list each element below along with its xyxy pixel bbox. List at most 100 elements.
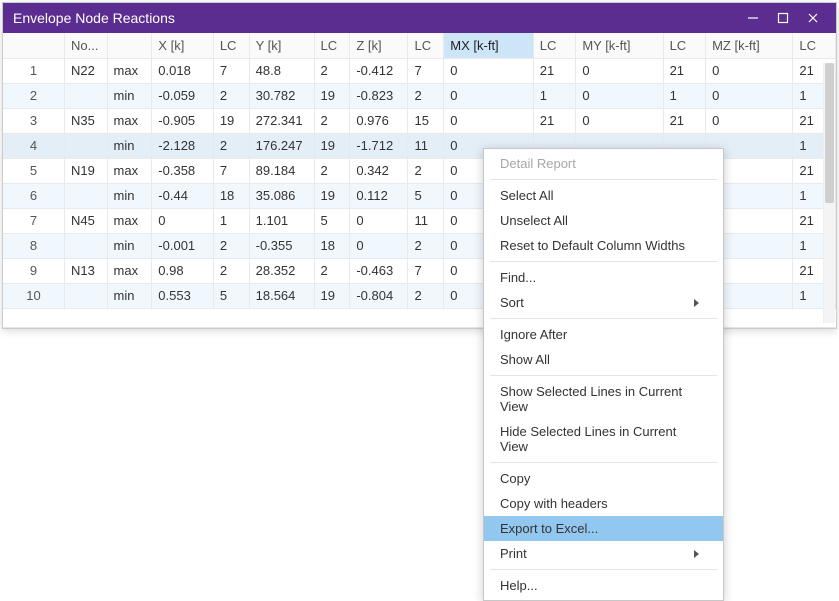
table-cell[interactable]: 21 bbox=[663, 108, 706, 133]
table-cell[interactable]: max bbox=[107, 208, 152, 233]
table-cell[interactable]: 0 bbox=[576, 108, 663, 133]
table-cell[interactable]: 0 bbox=[576, 83, 663, 108]
col-node[interactable]: No... bbox=[65, 33, 108, 58]
table-cell[interactable]: 1 bbox=[663, 83, 706, 108]
col-y[interactable]: Y [k] bbox=[249, 33, 314, 58]
table-cell[interactable]: 5 bbox=[213, 283, 249, 308]
table-cell[interactable]: max bbox=[107, 258, 152, 283]
table-cell[interactable]: 7 bbox=[408, 258, 444, 283]
table-cell[interactable]: 1 bbox=[213, 208, 249, 233]
col-mz[interactable]: MZ [k-ft] bbox=[706, 33, 793, 58]
table-cell[interactable]: 272.341 bbox=[249, 108, 314, 133]
table-cell[interactable]: min bbox=[107, 233, 152, 258]
menu-copy-headers[interactable]: Copy with headers bbox=[484, 491, 723, 516]
table-cell[interactable]: 1 bbox=[533, 83, 576, 108]
col-lc-y[interactable]: LC bbox=[314, 33, 350, 58]
table-cell[interactable]: 2 bbox=[408, 83, 444, 108]
table-cell[interactable]: 4 bbox=[3, 133, 65, 158]
table-cell[interactable]: 21 bbox=[533, 108, 576, 133]
minimize-button[interactable] bbox=[738, 3, 768, 33]
table-cell[interactable]: 2 bbox=[213, 83, 249, 108]
table-cell[interactable]: 19 bbox=[314, 183, 350, 208]
table-cell[interactable]: 2 bbox=[314, 108, 350, 133]
table-cell[interactable]: 0 bbox=[444, 83, 534, 108]
table-cell[interactable] bbox=[65, 233, 108, 258]
menu-select-all[interactable]: Select All bbox=[484, 183, 723, 208]
col-lc-x[interactable]: LC bbox=[213, 33, 249, 58]
table-cell[interactable]: 7 bbox=[408, 58, 444, 83]
col-my[interactable]: MY [k-ft] bbox=[576, 33, 663, 58]
table-cell[interactable]: min bbox=[107, 183, 152, 208]
table-cell[interactable]: 7 bbox=[213, 58, 249, 83]
col-z[interactable]: Z [k] bbox=[350, 33, 408, 58]
table-cell[interactable]: 5 bbox=[314, 208, 350, 233]
table-cell[interactable]: 0 bbox=[576, 58, 663, 83]
table-cell[interactable]: 0 bbox=[706, 58, 793, 83]
table-cell[interactable]: 11 bbox=[408, 133, 444, 158]
table-cell[interactable]: 2 bbox=[213, 133, 249, 158]
menu-copy[interactable]: Copy bbox=[484, 466, 723, 491]
table-cell[interactable]: N35 bbox=[65, 108, 108, 133]
table-cell[interactable]: 1 bbox=[3, 58, 65, 83]
table-cell[interactable]: 18 bbox=[314, 233, 350, 258]
table-cell[interactable]: -0.059 bbox=[152, 83, 214, 108]
menu-hide-selected[interactable]: Hide Selected Lines in Current View bbox=[484, 419, 723, 459]
table-cell[interactable]: N19 bbox=[65, 158, 108, 183]
table-cell[interactable] bbox=[65, 133, 108, 158]
table-cell[interactable]: 176.247 bbox=[249, 133, 314, 158]
table-cell[interactable]: 2 bbox=[314, 158, 350, 183]
table-cell[interactable]: -2.128 bbox=[152, 133, 214, 158]
table-cell[interactable]: N45 bbox=[65, 208, 108, 233]
table-cell[interactable]: 0 bbox=[350, 208, 408, 233]
table-cell[interactable] bbox=[65, 283, 108, 308]
vertical-scrollbar[interactable] bbox=[823, 63, 835, 323]
table-cell[interactable]: 30.782 bbox=[249, 83, 314, 108]
table-cell[interactable]: 21 bbox=[533, 58, 576, 83]
table-row[interactable]: 1N22max0.018748.82-0.4127021021021 bbox=[3, 58, 836, 83]
table-row[interactable]: 2min-0.059230.78219-0.8232010101 bbox=[3, 83, 836, 108]
col-lc-my[interactable]: LC bbox=[663, 33, 706, 58]
table-cell[interactable]: 5 bbox=[408, 183, 444, 208]
table-cell[interactable]: 2 bbox=[213, 258, 249, 283]
table-cell[interactable]: max bbox=[107, 108, 152, 133]
menu-reset-widths[interactable]: Reset to Default Column Widths bbox=[484, 233, 723, 258]
col-x[interactable]: X [k] bbox=[152, 33, 214, 58]
table-cell[interactable]: 89.184 bbox=[249, 158, 314, 183]
table-cell[interactable]: 0 bbox=[444, 58, 534, 83]
table-cell[interactable]: 7 bbox=[213, 158, 249, 183]
table-cell[interactable]: 2 bbox=[314, 258, 350, 283]
menu-help[interactable]: Help... bbox=[484, 573, 723, 598]
table-cell[interactable]: min bbox=[107, 283, 152, 308]
table-cell[interactable]: -0.44 bbox=[152, 183, 214, 208]
table-cell[interactable] bbox=[65, 183, 108, 208]
table-cell[interactable]: 0.98 bbox=[152, 258, 214, 283]
table-cell[interactable]: min bbox=[107, 83, 152, 108]
scroll-thumb[interactable] bbox=[825, 63, 834, 203]
table-cell[interactable]: -0.905 bbox=[152, 108, 214, 133]
table-cell[interactable]: -0.823 bbox=[350, 83, 408, 108]
menu-sort[interactable]: Sort bbox=[484, 290, 723, 315]
table-cell[interactable]: -1.712 bbox=[350, 133, 408, 158]
table-cell[interactable]: 2 bbox=[408, 283, 444, 308]
table-cell[interactable]: 0 bbox=[706, 83, 793, 108]
menu-print[interactable]: Print bbox=[484, 541, 723, 566]
table-cell[interactable]: 35.086 bbox=[249, 183, 314, 208]
close-button[interactable] bbox=[798, 3, 828, 33]
table-cell[interactable]: 10 bbox=[3, 283, 65, 308]
table-cell[interactable]: 0 bbox=[706, 108, 793, 133]
table-cell[interactable]: 2 bbox=[213, 233, 249, 258]
table-cell[interactable]: 28.352 bbox=[249, 258, 314, 283]
table-cell[interactable]: 18 bbox=[213, 183, 249, 208]
menu-unselect-all[interactable]: Unselect All bbox=[484, 208, 723, 233]
table-cell[interactable]: 8 bbox=[3, 233, 65, 258]
menu-show-all[interactable]: Show All bbox=[484, 347, 723, 372]
table-cell[interactable]: 2 bbox=[3, 83, 65, 108]
table-cell[interactable]: 0 bbox=[152, 208, 214, 233]
table-cell[interactable]: 19 bbox=[314, 133, 350, 158]
table-cell[interactable]: 2 bbox=[314, 58, 350, 83]
col-lc-mx[interactable]: LC bbox=[533, 33, 576, 58]
table-cell[interactable]: 5 bbox=[3, 158, 65, 183]
menu-show-selected[interactable]: Show Selected Lines in Current View bbox=[484, 379, 723, 419]
table-cell[interactable]: -0.358 bbox=[152, 158, 214, 183]
col-rownum[interactable] bbox=[3, 33, 65, 58]
